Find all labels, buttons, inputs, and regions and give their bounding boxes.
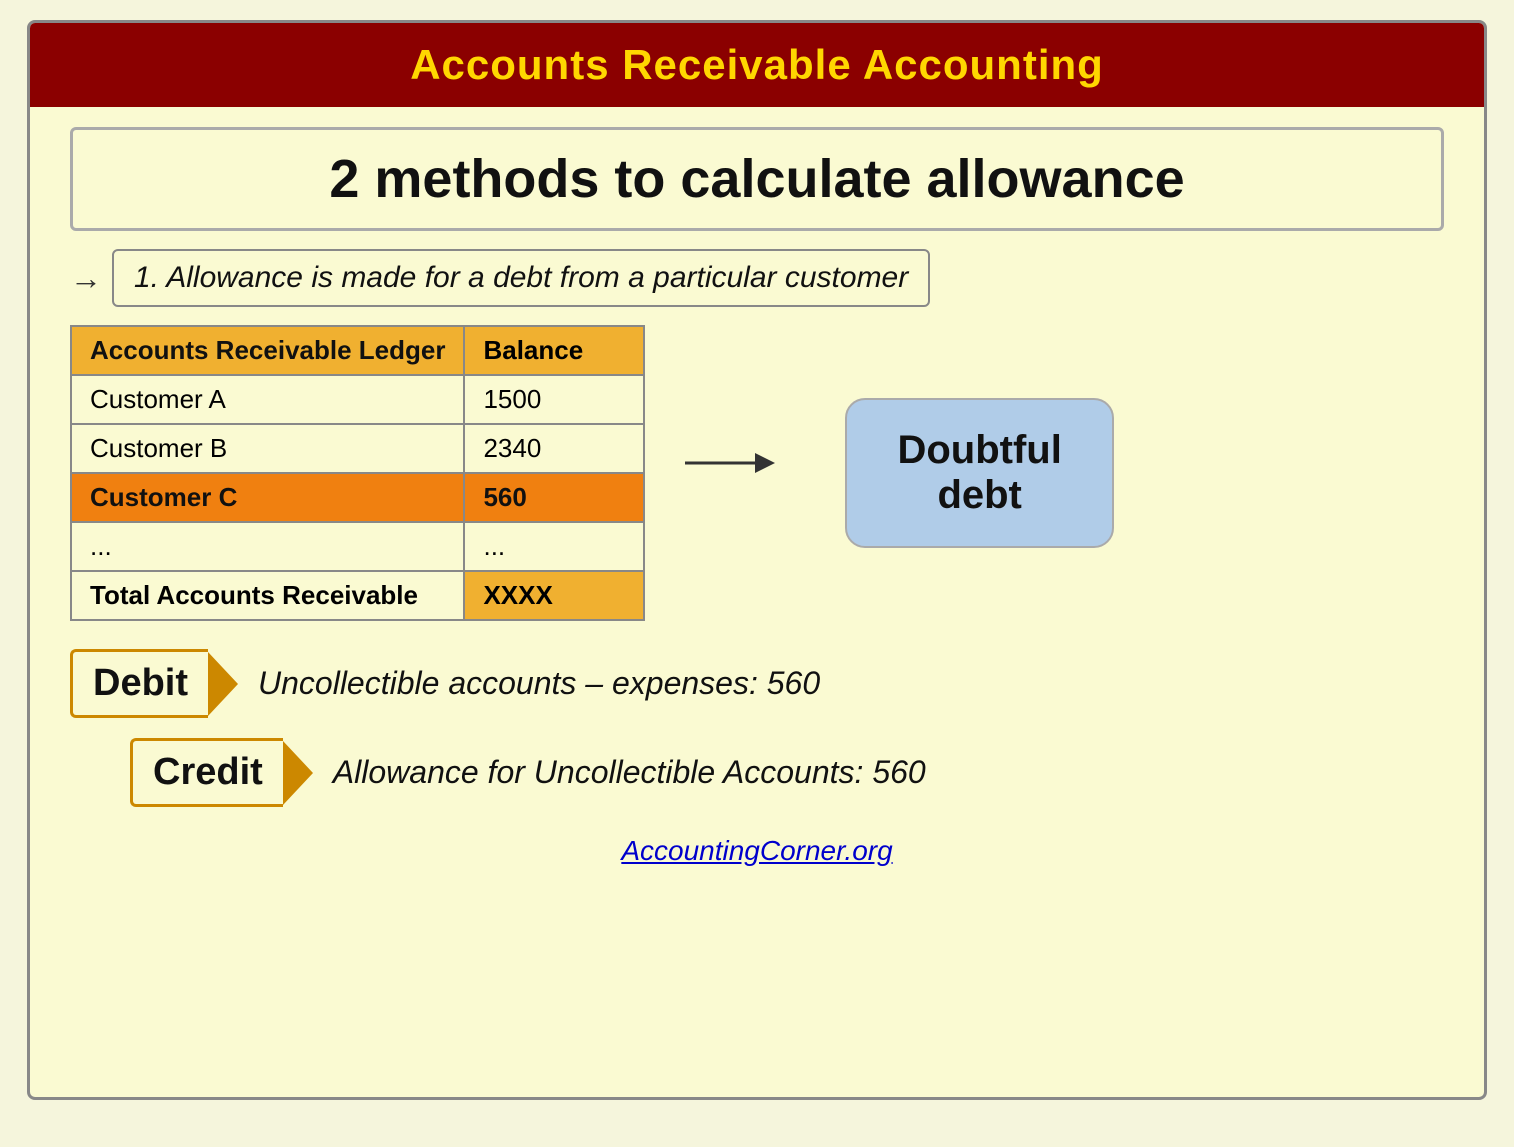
- debit-arrow-icon: [208, 652, 238, 716]
- customer-a-name: Customer A: [71, 375, 464, 424]
- footer-link[interactable]: AccountingCorner.org: [621, 835, 892, 866]
- debit-label: Debit: [70, 649, 208, 718]
- l-arrow-icon: [685, 433, 785, 513]
- credit-description: Allowance for Uncollectible Accounts: 56…: [333, 754, 926, 791]
- footer: AccountingCorner.org: [70, 835, 1444, 867]
- table-row: Total Accounts Receivable XXXX: [71, 571, 644, 620]
- total-name: Total Accounts Receivable: [71, 571, 464, 620]
- methods-box: 2 methods to calculate allowance: [70, 127, 1444, 231]
- ledger-header-balance: Balance: [464, 326, 644, 375]
- total-balance: XXXX: [464, 571, 644, 620]
- customer-a-balance: 1500: [464, 375, 644, 424]
- doubtful-line2: debt: [897, 473, 1061, 518]
- ledger-table: Accounts Receivable Ledger Balance Custo…: [70, 325, 645, 621]
- credit-label: Credit: [130, 738, 283, 807]
- credit-badge-wrapper: Credit: [130, 738, 313, 807]
- table-row: ... ...: [71, 522, 644, 571]
- dots-name: ...: [71, 522, 464, 571]
- debit-badge-wrapper: Debit: [70, 649, 238, 718]
- debit-credit-section: Debit Uncollectible accounts – expenses:…: [70, 649, 1444, 807]
- dots-balance: ...: [464, 522, 644, 571]
- table-row: Customer B 2340: [71, 424, 644, 473]
- customer-c-balance: 560: [464, 473, 644, 522]
- customer-c-name: Customer C: [71, 473, 464, 522]
- ledger-arrow-container: [685, 433, 785, 513]
- page-title: Accounts Receivable Accounting: [60, 41, 1454, 89]
- table-row: Customer A 1500: [71, 375, 644, 424]
- main-container: Accounts Receivable Accounting 2 methods…: [27, 20, 1487, 1100]
- credit-row: Credit Allowance for Uncollectible Accou…: [70, 738, 1444, 807]
- method1-arrow: →: [70, 260, 102, 297]
- doubtful-line1: Doubtful: [897, 428, 1061, 473]
- table-header-row: Accounts Receivable Ledger Balance: [71, 326, 644, 375]
- header-bar: Accounts Receivable Accounting: [30, 23, 1484, 107]
- debit-row: Debit Uncollectible accounts – expenses:…: [70, 649, 1444, 718]
- credit-arrow-icon: [283, 741, 313, 805]
- debit-description: Uncollectible accounts – expenses: 560: [258, 665, 820, 702]
- methods-title: 2 methods to calculate allowance: [103, 148, 1411, 210]
- method1-description: 1. Allowance is made for a debt from a p…: [112, 249, 930, 307]
- main-content: 2 methods to calculate allowance → 1. Al…: [30, 107, 1484, 1097]
- doubtful-debt-box: Doubtful debt: [845, 398, 1113, 548]
- table-row: Customer C 560: [71, 473, 644, 522]
- customer-b-balance: 2340: [464, 424, 644, 473]
- customer-b-name: Customer B: [71, 424, 464, 473]
- ledger-section: Accounts Receivable Ledger Balance Custo…: [70, 325, 1444, 621]
- method1-line: → 1. Allowance is made for a debt from a…: [70, 249, 1444, 307]
- ledger-header-name: Accounts Receivable Ledger: [71, 326, 464, 375]
